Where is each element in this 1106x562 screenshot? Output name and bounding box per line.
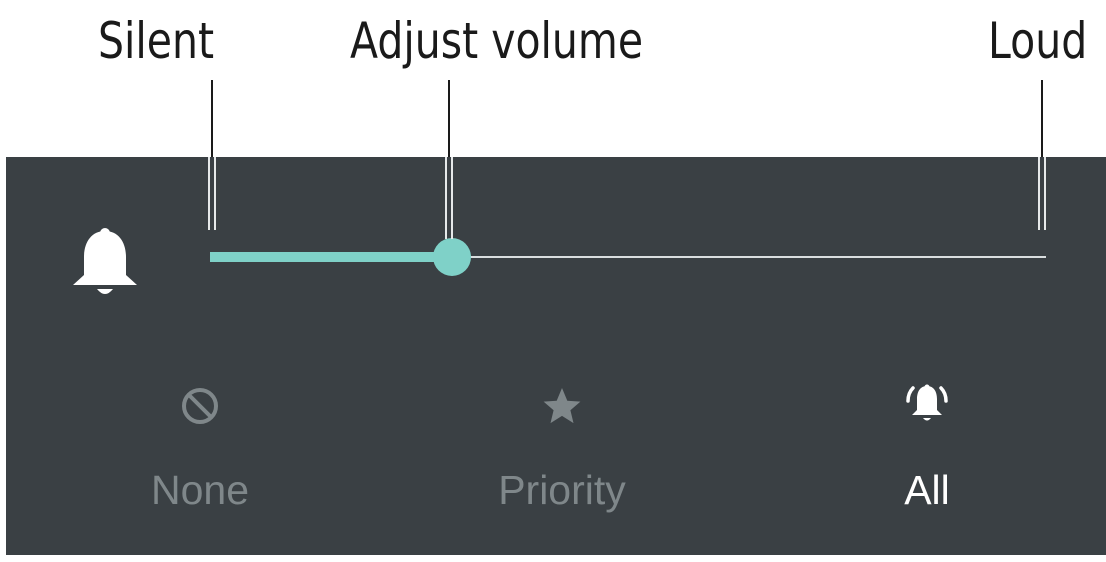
slider-thumb[interactable] <box>433 238 471 276</box>
bell-icon[interactable] <box>70 225 140 300</box>
callout-adjust-volume-leader-inner <box>445 157 453 239</box>
callout-loud-leader-inner <box>1038 157 1046 230</box>
volume-slider[interactable] <box>210 232 1046 282</box>
mode-all-button[interactable]: All <box>807 370 1047 520</box>
no-entry-icon <box>182 388 218 424</box>
star-icon <box>543 388 581 424</box>
callout-silent-leader-inner <box>208 157 216 230</box>
slider-fill <box>210 252 452 262</box>
mode-all-label: All <box>904 467 950 513</box>
mode-priority-button[interactable]: Priority <box>442 370 682 520</box>
mode-priority-label: Priority <box>498 467 626 513</box>
callout-adjust-volume-label: Adjust volume <box>350 12 644 70</box>
bell-ringing-icon <box>906 384 948 421</box>
callout-silent-leader <box>211 80 213 157</box>
callout-loud-label: Loud <box>988 12 1088 70</box>
callout-silent-label: Silent <box>98 12 215 70</box>
callout-adjust-volume-leader <box>448 80 450 157</box>
mode-none-button[interactable]: None <box>80 370 320 520</box>
callout-loud-leader <box>1041 80 1043 157</box>
mode-none-label: None <box>150 467 249 513</box>
